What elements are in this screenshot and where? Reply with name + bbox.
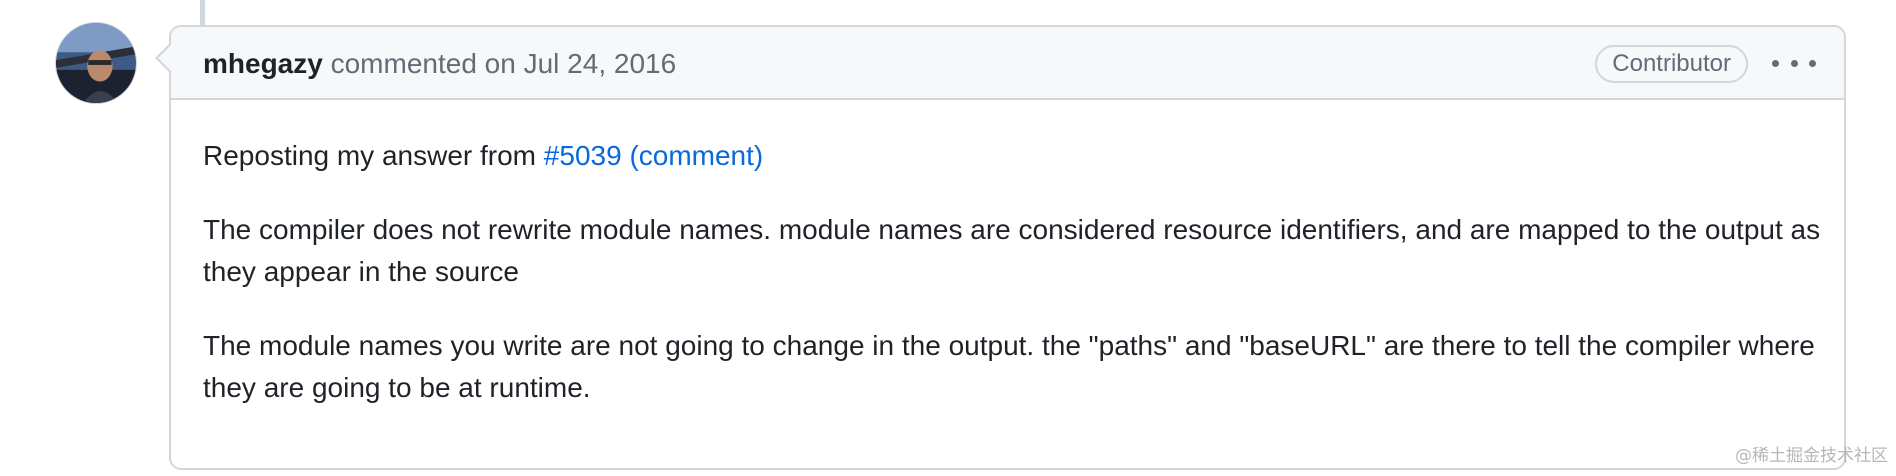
comment-header-text: mhegazy commented on Jul 24, 2016 [203, 47, 676, 81]
comment-body: Reposting my answer from #5039 (comment)… [203, 135, 1823, 441]
comment-paragraph-1: Reposting my answer from #5039 (comment) [203, 135, 1823, 177]
comment-card: mhegazy commented on Jul 24, 2016 Contri… [169, 25, 1846, 470]
comment-action: commented on [330, 48, 516, 79]
paragraph-text: Reposting my answer from [203, 140, 544, 171]
issue-reference-link[interactable]: #5039 (comment) [544, 140, 763, 171]
issue-timeline: mhegazy commented on Jul 24, 2016 Contri… [0, 0, 1896, 476]
avatar[interactable] [55, 22, 137, 104]
timeline-connector [200, 0, 205, 25]
kebab-dot [1809, 59, 1816, 67]
contributor-badge: Contributor [1595, 45, 1748, 83]
comment-caret-fill [158, 44, 172, 72]
kebab-horizontal-icon[interactable] [1772, 49, 1816, 77]
comment-date[interactable]: Jul 24, 2016 [524, 48, 677, 79]
kebab-dot [1790, 59, 1798, 67]
kebab-dot [1772, 59, 1779, 67]
comment-paragraph-3: The module names you write are not going… [203, 330, 1815, 403]
watermark: @稀土掘金技术社区 [1735, 446, 1888, 466]
author-link[interactable]: mhegazy [203, 48, 323, 79]
comment-header: mhegazy commented on Jul 24, 2016 Contri… [171, 27, 1844, 100]
comment-paragraph-2: The compiler does not rewrite module nam… [203, 214, 1821, 287]
